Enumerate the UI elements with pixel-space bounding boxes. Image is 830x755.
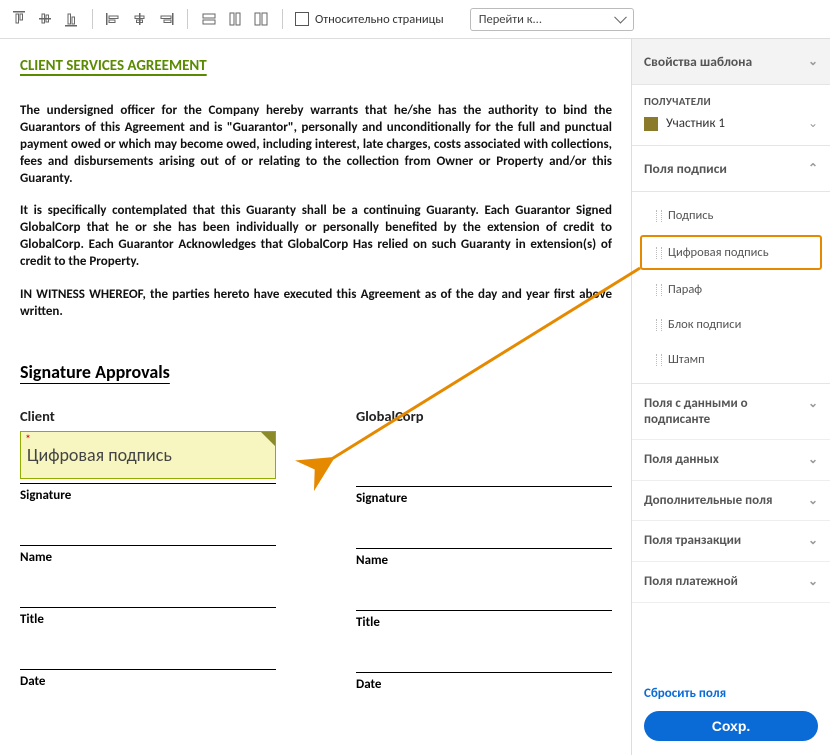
- match-size-icon[interactable]: [252, 10, 270, 28]
- sig-label-signature: Signature: [356, 491, 612, 506]
- goto-select[interactable]: Перейти к...: [470, 8, 634, 31]
- sig-line: [356, 672, 612, 673]
- toolbar-divider: [187, 9, 188, 29]
- recipient-row[interactable]: Участник 1 ⌄: [644, 116, 818, 131]
- sig-label-title: Title: [356, 615, 612, 630]
- chevron-down-icon: ⌄: [808, 54, 818, 69]
- globalcorp-heading: GlobalCorp: [356, 407, 612, 425]
- sig-label-signature: Signature: [20, 488, 276, 503]
- group-label: Поля транзакции: [644, 533, 741, 549]
- sig-label-name: Name: [20, 550, 276, 565]
- sig-line: [356, 610, 612, 611]
- field-item-signature-block[interactable]: Блок подписи: [632, 307, 830, 342]
- sidebar-footer: Сбросить поля Сохр.: [632, 674, 830, 755]
- match-height-icon[interactable]: [226, 10, 244, 28]
- document-canvas: CLIENT SERVICES AGREEMENT The undersigne…: [0, 39, 632, 755]
- chevron-down-icon: ⌄: [808, 574, 818, 589]
- drag-handle-icon: [656, 247, 662, 259]
- group-label: Поля платежной: [644, 574, 738, 590]
- group-label: Дополнительные поля: [644, 493, 772, 509]
- sig-line: [20, 545, 276, 546]
- group-label: Поля с данными о подписанте: [644, 396, 794, 427]
- goto-select-label: Перейти к...: [479, 12, 542, 27]
- sig-label-date: Date: [20, 674, 276, 689]
- drag-handle-icon: [656, 354, 662, 366]
- sig-line: [20, 669, 276, 670]
- chevron-down-icon: ⌄: [808, 116, 818, 131]
- signature-approvals-heading: Signature Approvals: [20, 361, 612, 383]
- chevron-up-icon: ⌃: [808, 161, 818, 176]
- doc-paragraph: The undersigned officer for the Company …: [20, 103, 612, 187]
- recipients-section: ПОЛУЧАТЕЛИ Участник 1 ⌄: [632, 85, 830, 146]
- save-button[interactable]: Сохр.: [644, 711, 818, 741]
- sig-label-title: Title: [20, 612, 276, 627]
- field-item-stamp[interactable]: Штамп: [632, 342, 830, 377]
- field-item-label: Подпись: [668, 208, 713, 223]
- checkbox-icon: [295, 12, 309, 26]
- digital-signature-field[interactable]: * Цифровая подпись: [20, 431, 276, 479]
- relative-label: Относительно страницы: [315, 12, 444, 27]
- chevron-down-icon: ⌄: [808, 493, 818, 508]
- sig-line: [20, 607, 276, 608]
- client-column: Client * Цифровая подпись Signature Name…: [20, 407, 276, 692]
- signature-fields-header[interactable]: Поля подписи ⌃: [632, 146, 830, 192]
- group-transaction-fields[interactable]: Поля транзакции ⌄: [632, 521, 830, 562]
- doc-title: CLIENT SERVICES AGREEMENT: [20, 57, 612, 75]
- group-data-fields[interactable]: Поля данных ⌄: [632, 440, 830, 481]
- align-top-icon[interactable]: [10, 10, 28, 28]
- recipients-title: ПОЛУЧАТЕЛИ: [644, 95, 818, 108]
- match-width-icon[interactable]: [200, 10, 218, 28]
- field-item-label: Параф: [668, 282, 702, 297]
- group-label: Поля данных: [644, 452, 719, 468]
- doc-paragraph: IN WITNESS WHEREOF, the parties hereto h…: [20, 287, 612, 321]
- drag-handle-icon: [656, 319, 662, 331]
- field-item-signature[interactable]: Подпись: [632, 198, 830, 233]
- sig-line: [356, 548, 612, 549]
- toolbar-divider: [282, 9, 283, 29]
- group-payment-fields[interactable]: Поля платежной ⌄: [632, 562, 830, 603]
- toolbar: Относительно страницы Перейти к...: [0, 0, 830, 39]
- sig-label-name: Name: [356, 553, 612, 568]
- toolbar-divider: [92, 9, 93, 29]
- align-right-icon[interactable]: [157, 10, 175, 28]
- chevron-down-icon: ⌄: [808, 452, 818, 467]
- group-extra-fields[interactable]: Дополнительные поля ⌄: [632, 481, 830, 522]
- drag-handle-icon: [656, 284, 662, 296]
- field-item-label: Штамп: [668, 352, 705, 367]
- client-heading: Client: [20, 407, 276, 425]
- align-center-icon[interactable]: [131, 10, 149, 28]
- align-left-icon[interactable]: [105, 10, 123, 28]
- relative-to-page-toggle[interactable]: Относительно страницы: [295, 12, 444, 27]
- signature-fields-label: Поля подписи: [644, 160, 727, 177]
- field-label: Цифровая подпись: [27, 444, 172, 466]
- required-asterisk: *: [25, 433, 31, 447]
- field-item-initials[interactable]: Параф: [632, 272, 830, 307]
- field-item-digital-signature[interactable]: Цифровая подпись: [640, 235, 822, 270]
- sig-label-date: Date: [356, 677, 612, 692]
- align-middle-v-icon[interactable]: [36, 10, 54, 28]
- drag-handle-icon: [656, 210, 662, 222]
- recipient-name: Участник 1: [666, 116, 725, 131]
- group-signer-data[interactable]: Поля с данными о подписанте ⌄: [632, 384, 830, 440]
- sig-line: [356, 486, 612, 487]
- right-sidebar: Свойства шаблона ⌄ ПОЛУЧАТЕЛИ Участник 1…: [631, 39, 830, 755]
- template-properties-header[interactable]: Свойства шаблона ⌄: [632, 39, 830, 85]
- reset-fields-link[interactable]: Сбросить поля: [644, 686, 726, 701]
- recipient-color-swatch: [644, 117, 658, 131]
- field-item-label: Цифровая подпись: [668, 245, 769, 260]
- chevron-down-icon: ⌄: [808, 533, 818, 548]
- sig-line: [20, 483, 276, 484]
- field-item-label: Блок подписи: [668, 317, 741, 332]
- template-properties-label: Свойства шаблона: [644, 53, 752, 70]
- globalcorp-column: GlobalCorp Signature Name Title Date: [356, 407, 612, 692]
- signature-fields-list: Подпись Цифровая подпись Параф Блок подп…: [632, 192, 830, 384]
- signature-columns: Client * Цифровая подпись Signature Name…: [20, 407, 612, 692]
- align-bottom-icon[interactable]: [62, 10, 80, 28]
- chevron-down-icon: ⌄: [808, 396, 818, 411]
- doc-paragraph: It is specifically contemplated that thi…: [20, 203, 612, 271]
- field-corner-icon: [261, 432, 275, 446]
